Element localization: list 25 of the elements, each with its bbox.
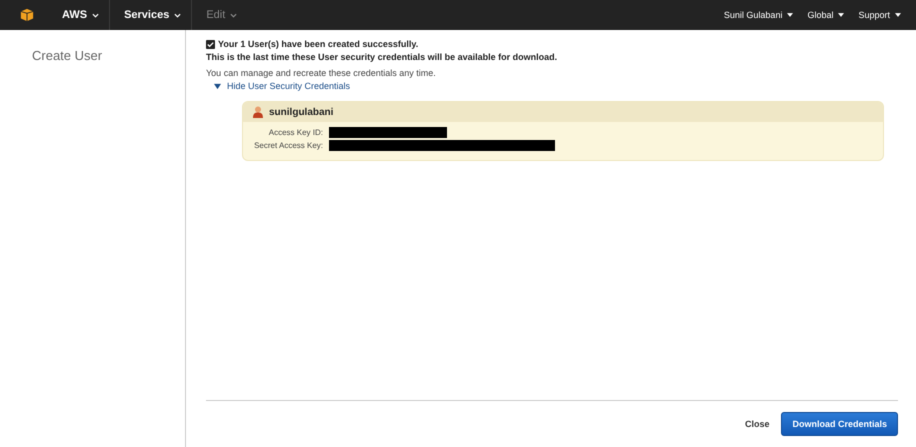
caret-down-icon xyxy=(787,13,794,17)
field-label: Access Key ID: xyxy=(268,128,323,137)
triangle-icon xyxy=(214,82,221,90)
close-button[interactable]: Close xyxy=(738,418,776,430)
nav-menu[interactable]: AWS xyxy=(52,0,110,30)
username: sunilgulabani xyxy=(269,106,334,118)
warning-message: This is the last time these User security credentials will be available for download. xyxy=(206,52,558,62)
page-title: Create User xyxy=(32,48,102,63)
chevron-down-icon xyxy=(174,12,182,18)
nav-menu[interactable]: Global xyxy=(802,0,850,30)
hide-credentials-link[interactable]: Hide User Security Credentials xyxy=(206,78,350,91)
field-label: Secret Access Key: xyxy=(253,141,323,150)
caret-down-icon xyxy=(838,13,844,17)
chevron-down-icon xyxy=(92,12,100,18)
caret-down-icon xyxy=(895,13,901,17)
info-message: You can manage and recreate these credentials any time. xyxy=(206,68,437,78)
checkbox-icon xyxy=(206,40,215,48)
chevron-down-icon xyxy=(230,12,238,18)
nav-menu[interactable]: Services xyxy=(114,0,192,30)
user-icon xyxy=(253,106,263,118)
nav-menu[interactable]: Support xyxy=(853,0,906,30)
cube-logo-icon[interactable] xyxy=(20,8,34,22)
download-credentials-button[interactable]: Download Credentials xyxy=(781,412,898,436)
nav-menu[interactable]: Sunil Gulabani xyxy=(718,0,798,30)
success-message: Your 1 User(s) have been created successfully. xyxy=(218,39,418,49)
